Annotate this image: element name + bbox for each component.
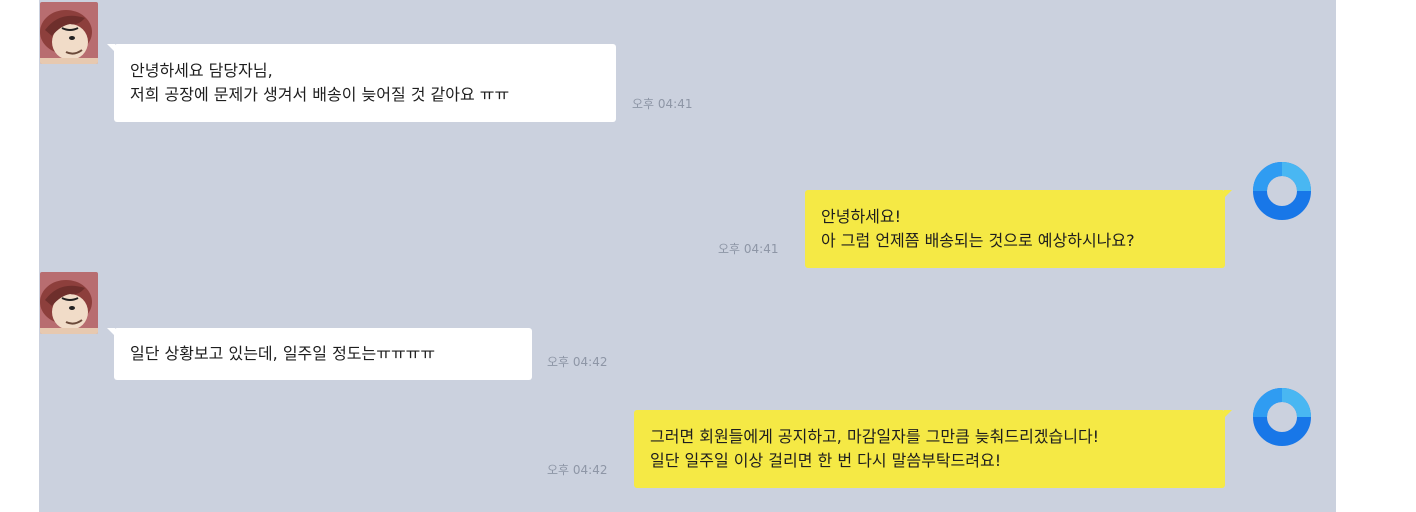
message-line: 안녕하세요 담당자님, [130,61,273,80]
outer-margin [1336,0,1416,512]
message-bubble-received[interactable]: 안녕하세요 담당자님, 저희 공장에 문제가 생겨서 배송이 늦어질 것 같아요… [107,44,616,122]
message-line: 그러면 회원들에게 공지하고, 마감일자를 그만큼 늦춰드리겠습니다! [650,427,1100,446]
message-timestamp: 오후 04:42 [547,355,608,369]
message-line: 일단 일주일 이상 걸리면 한 번 다시 말씀부탁드려요! [650,451,1002,470]
message-timestamp: 오후 04:41 [718,242,779,256]
message-line: 저희 공장에 문제가 생겨서 배송이 늦어질 것 같아요 ㅠㅠ [130,85,510,104]
message-timestamp: 오후 04:42 [547,463,608,477]
cartoon-character-avatar-icon [40,272,98,334]
friend-avatar[interactable] [40,272,98,334]
message-line: 일단 상황보고 있는데, 일주일 정도는ㅠㅠㅠㅠ [130,344,436,363]
message-line: 아 그럼 언제쯤 배송되는 것으로 예상하시나요? [821,231,1135,250]
friend-avatar[interactable] [40,2,98,64]
my-avatar[interactable] [1251,160,1313,222]
my-avatar[interactable] [1251,386,1313,448]
message-bubble-received[interactable]: 일단 상황보고 있는데, 일주일 정도는ㅠㅠㅠㅠ [107,328,532,380]
message-timestamp: 오후 04:41 [632,97,693,111]
blue-ring-avatar-icon [1253,388,1311,446]
chat-window: 안녕하세요 담당자님, 저희 공장에 문제가 생겨서 배송이 늦어질 것 같아요… [39,0,1336,512]
message-line: 안녕하세요! [821,207,902,226]
blue-ring-avatar-icon [1253,162,1311,220]
message-bubble-sent[interactable]: 그러면 회원들에게 공지하고, 마감일자를 그만큼 늦춰드리겠습니다! 일단 일… [634,410,1232,488]
message-bubble-sent[interactable]: 안녕하세요! 아 그럼 언제쯤 배송되는 것으로 예상하시나요? [805,190,1232,268]
cartoon-character-avatar-icon [40,2,98,64]
